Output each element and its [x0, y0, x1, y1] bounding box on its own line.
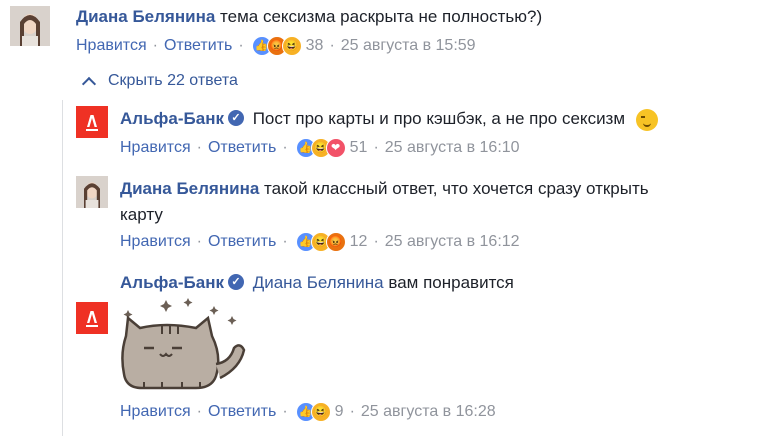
reaction-count[interactable]: 12 — [350, 233, 368, 251]
laugh-reaction-icon: 😆 — [281, 36, 302, 56]
reply-author[interactable]: Альфа-Банк — [120, 109, 224, 128]
avatar[interactable] — [76, 176, 108, 208]
reactions-summary[interactable]: 👍 😆 ❤ — [295, 138, 346, 158]
separator: · — [196, 233, 202, 250]
separator: · — [329, 37, 335, 54]
laugh-reaction-icon: 😆 — [310, 402, 331, 422]
like-button[interactable]: Нравится — [120, 403, 191, 421]
separator: · — [196, 403, 202, 420]
reply-button[interactable]: Ответить — [208, 139, 276, 157]
avatar[interactable] — [10, 6, 50, 46]
comment-author[interactable]: Диана Белянина — [76, 7, 215, 26]
reply-message: вам понравится — [388, 273, 514, 292]
alfa-bank-avatar[interactable] — [76, 106, 108, 138]
separator: · — [349, 403, 355, 420]
reply-actions: Нравится · Ответить · 👍 😆 😡 12 · 25 авгу… — [120, 232, 520, 252]
angry-reaction-icon: 😡 — [325, 232, 346, 252]
reaction-count[interactable]: 38 — [306, 37, 324, 55]
reply-button[interactable]: Ответить — [164, 37, 232, 55]
user-photo-icon — [76, 176, 108, 208]
reply-button[interactable]: Ответить — [208, 233, 276, 251]
user-photo-icon — [10, 6, 50, 46]
separator: · — [238, 37, 244, 54]
like-button[interactable]: Нравится — [120, 139, 191, 157]
comment-text: Диана Белянина тема сексизма раскрыта не… — [76, 4, 542, 30]
reply-date[interactable]: 25 августа в 16:28 — [361, 403, 496, 421]
separator: · — [152, 37, 158, 54]
separator: · — [373, 233, 379, 250]
separator: · — [282, 139, 288, 156]
reactions-summary[interactable]: 👍 😡 😆 — [251, 36, 302, 56]
reply-text: Альфа-Банк ✓ Диана Белянина вам понравитс… — [120, 270, 514, 296]
reply-message-line2: карту — [120, 205, 163, 224]
separator: · — [282, 233, 288, 250]
reply-actions: Нравится · Ответить · 👍 😆 ❤ 51 · 25 авгу… — [120, 138, 520, 158]
like-button[interactable]: Нравится — [120, 233, 191, 251]
reply-author[interactable]: Альфа-Банк — [120, 273, 224, 292]
verified-badge-icon: ✓ — [227, 110, 244, 127]
reply-date[interactable]: 25 августа в 16:12 — [385, 233, 520, 251]
separator: · — [196, 139, 202, 156]
pusheen-cat-sticker-icon — [116, 296, 252, 392]
reactions-summary[interactable]: 👍 😆 — [295, 402, 331, 422]
thread-line — [62, 100, 63, 436]
wink-emoji-icon — [635, 108, 658, 131]
chevron-up-icon — [81, 76, 97, 92]
heart-reaction-icon: ❤ — [325, 138, 346, 158]
reply-message-line1: такой классный ответ, что хочется сразу … — [264, 179, 649, 198]
comment-message: тема сексизма раскрыта не полностью?) — [220, 7, 543, 26]
alfa-bank-logo-icon — [76, 106, 108, 138]
separator: · — [373, 139, 379, 156]
separator: · — [282, 403, 288, 420]
mention-link[interactable]: Диана Белянина — [253, 273, 384, 292]
reply-message: Пост про карты и про кэшбэк, а не про се… — [252, 109, 626, 128]
hide-replies-toggle[interactable]: Скрыть 22 ответа — [80, 72, 238, 92]
hide-replies-label: Скрыть 22 ответа — [108, 72, 238, 89]
comment-date[interactable]: 25 августа в 15:59 — [341, 37, 476, 55]
comment-actions: Нравится · Ответить · 👍 😡 😆 38 · 25 авгу… — [76, 36, 476, 56]
reply-text: Альфа-Банк ✓ Пост про карты и про кэшбэк,… — [120, 106, 658, 132]
reply-text-continued: карту — [120, 202, 163, 228]
reply-button[interactable]: Ответить — [208, 403, 276, 421]
reaction-count[interactable]: 51 — [350, 139, 368, 157]
verified-badge-icon: ✓ — [227, 274, 244, 291]
alfa-bank-logo-icon — [76, 302, 108, 334]
reactions-summary[interactable]: 👍 😆 😡 — [295, 232, 346, 252]
like-button[interactable]: Нравится — [76, 37, 147, 55]
reply-text: Диана Белянина такой классный ответ, что… — [120, 176, 649, 202]
reply-date[interactable]: 25 августа в 16:10 — [385, 139, 520, 157]
reply-actions: Нравится · Ответить · 👍 😆 9 · 25 августа… — [120, 402, 496, 422]
alfa-bank-avatar[interactable] — [76, 302, 108, 334]
reply-author[interactable]: Диана Белянина — [120, 179, 259, 198]
reaction-count[interactable]: 9 — [335, 403, 344, 421]
